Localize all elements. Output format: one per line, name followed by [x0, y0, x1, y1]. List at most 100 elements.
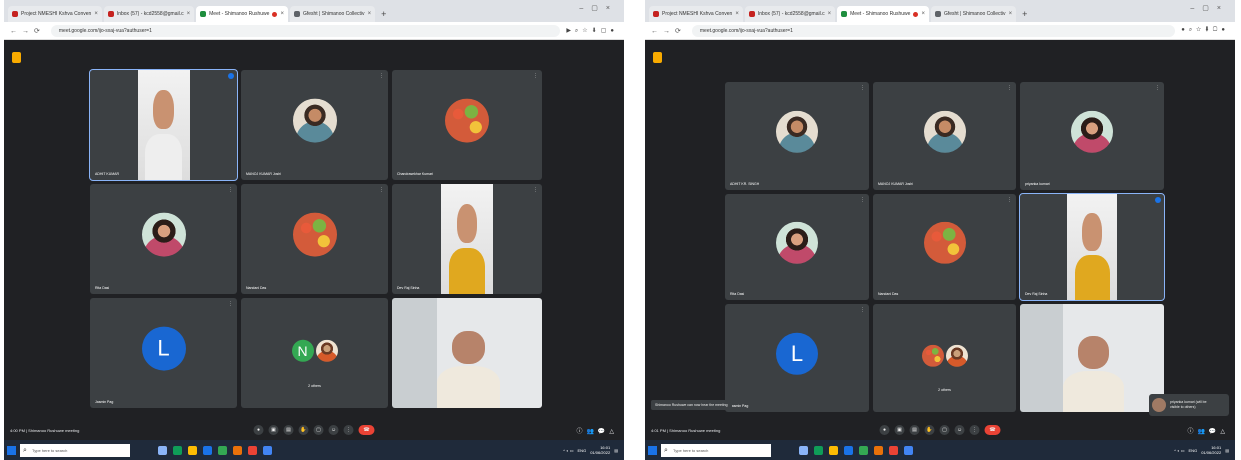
participant-tile[interactable]: ⋮ Nandani Das — [241, 184, 388, 294]
participant-tile[interactable]: N 2 others — [241, 298, 388, 408]
tray-icons[interactable]: ^ ◐ ▭ — [563, 448, 573, 453]
mail-icon[interactable] — [859, 445, 868, 455]
edge-icon[interactable] — [814, 445, 823, 455]
captions-icon[interactable]: ▤ — [283, 425, 294, 435]
close-tab-icon[interactable]: × — [828, 11, 832, 17]
browser-tab[interactable]: Inbox (57) - kcd2558@gmail.c × — [103, 6, 195, 22]
side-panel-icons[interactable]: ⓘ👥💬△ — [1187, 426, 1229, 435]
leave-call-button[interactable]: ☎ — [358, 425, 375, 435]
participant-tile[interactable]: ⋮ Chandrasekhar Kumari — [392, 70, 542, 180]
participant-tile[interactable]: ⋮ MANOJ KUMAR Joshi — [873, 82, 1016, 190]
new-tab-button[interactable]: + — [1022, 6, 1027, 22]
language-indicator[interactable]: ENG — [1189, 448, 1198, 453]
more-options-icon[interactable]: ⋮ — [379, 73, 384, 79]
leave-call-button[interactable]: ☎ — [984, 425, 1001, 435]
more-options-icon[interactable]: ⋮ — [1155, 85, 1160, 91]
participant-tile[interactable]: ⋮ Rita Dasi — [725, 194, 869, 300]
task-view-icon[interactable] — [799, 445, 808, 455]
present-icon[interactable]: ▢ — [939, 425, 950, 435]
tray-icons[interactable]: ^ ◐ ▭ — [1174, 448, 1184, 453]
browser-tab-active[interactable]: Meet - Shimanoo Rushuwe × — [837, 6, 929, 22]
self-view-tile[interactable] — [1020, 304, 1164, 412]
browser-tab[interactable]: Project NMESHI Kshva Conven × — [8, 6, 102, 22]
raise-hand-icon[interactable]: ✋ — [298, 425, 309, 435]
raise-hand-icon[interactable]: ✋ — [924, 425, 935, 435]
extension-icons[interactable]: ▶⌕☆⬇▢● — [566, 27, 618, 35]
close-tab-icon[interactable]: × — [94, 11, 98, 17]
participant-tile[interactable]: Dev Raj Sinha — [1019, 193, 1165, 301]
language-indicator[interactable]: ENG — [578, 448, 587, 453]
more-options-icon[interactable]: ⋮ — [1007, 85, 1012, 91]
participant-tile[interactable]: ⋮ ADHIT KR. SINGH — [725, 82, 869, 190]
close-tab-icon[interactable]: × — [921, 11, 925, 17]
task-view-icon[interactable] — [158, 445, 167, 455]
new-tab-button[interactable]: + — [381, 6, 386, 22]
window-controls[interactable]: –▢× — [579, 4, 618, 12]
participant-tile[interactable]: 2 others — [873, 304, 1016, 412]
mail-icon[interactable] — [218, 445, 227, 455]
more-options-icon[interactable]: ⋮ — [228, 187, 233, 193]
close-tab-icon[interactable]: × — [735, 11, 739, 17]
more-options-icon[interactable]: ⋮ — [533, 73, 538, 79]
participant-tile[interactable]: L ⋮ Jasmin Pag — [90, 298, 237, 408]
more-options-icon[interactable]: ⋮ — [860, 197, 865, 203]
more-options-icon[interactable]: ⋮ — [228, 301, 233, 307]
more-options-icon[interactable]: ⋮ — [1007, 197, 1012, 203]
url-field[interactable]: meet.google.com/ijo-sxaj-vua?authuser=1 — [50, 24, 561, 37]
file-explorer-icon[interactable] — [829, 445, 838, 455]
browser-tab[interactable]: Inbox (57) - kcd2558@gmail.c × — [744, 6, 836, 22]
browser-tab-active[interactable]: Meet - Shimanoo Rushuwe × — [196, 6, 288, 22]
clock[interactable]: 16:01 01/06/2022 — [590, 445, 610, 455]
side-panel-icons[interactable]: ⓘ👥💬△ — [576, 426, 618, 435]
app-icon[interactable] — [904, 445, 913, 455]
close-tab-icon[interactable]: × — [368, 11, 372, 17]
nav-buttons[interactable]: ←→⟳ — [10, 27, 45, 35]
participant-tile[interactable]: ⋮ MANOJ KUMAR Joshi — [241, 70, 388, 180]
more-options-icon[interactable]: ⋮ — [343, 425, 354, 435]
browser-tab[interactable]: Gfesht | Shimanoo Collectiv × — [289, 6, 376, 22]
participant-tile[interactable]: ADHIT KUMAR — [89, 69, 238, 181]
more-options-icon[interactable]: ⋮ — [379, 187, 384, 193]
more-options-icon[interactable]: ⋮ — [969, 425, 980, 435]
camera-icon[interactable]: ▣ — [894, 425, 905, 435]
participant-tile[interactable]: ⋮ priyanka kumari — [1020, 82, 1164, 190]
chrome-icon[interactable] — [248, 445, 257, 455]
store-icon[interactable] — [203, 445, 212, 455]
window-controls[interactable]: –▢× — [1190, 4, 1229, 12]
close-tab-icon[interactable]: × — [1009, 11, 1013, 17]
firefox-icon[interactable] — [874, 445, 883, 455]
firefox-icon[interactable] — [233, 445, 242, 455]
self-view-tile[interactable] — [392, 298, 542, 408]
url-field[interactable]: meet.google.com/ijo-sxaj-vua?authuser=1 — [691, 24, 1176, 37]
participant-tile[interactable]: ⋮ Rita Dasi — [90, 184, 237, 294]
taskbar-search-input[interactable]: Type here to search — [661, 443, 771, 457]
browser-tab[interactable]: Gfesht | Shimanoo Collectiv × — [930, 6, 1017, 22]
participant-tile[interactable]: L ⋮ Jasmin Pag — [725, 304, 869, 412]
reactions-icon[interactable]: ☺ — [328, 425, 339, 435]
captions-icon[interactable]: ▤ — [909, 425, 920, 435]
edge-icon[interactable] — [173, 445, 182, 455]
file-explorer-icon[interactable] — [188, 445, 197, 455]
taskbar-search-input[interactable]: Type here to search — [20, 443, 130, 457]
extension-icons[interactable]: ●⌕☆⬇▢● — [1181, 27, 1229, 34]
camera-icon[interactable]: ▣ — [268, 425, 279, 435]
nav-buttons[interactable]: ←→⟳ — [651, 27, 686, 35]
mic-icon[interactable]: ● — [879, 425, 890, 435]
notifications-icon[interactable]: ▤ — [614, 448, 618, 453]
close-tab-icon[interactable]: × — [280, 11, 284, 17]
windows-start-icon[interactable] — [648, 445, 657, 455]
participant-tile[interactable]: ⋮ Nandani Das — [873, 194, 1016, 300]
present-icon[interactable]: ▢ — [313, 425, 324, 435]
mic-icon[interactable]: ● — [253, 425, 264, 435]
close-tab-icon[interactable]: × — [187, 11, 191, 17]
participant-tile[interactable]: ⋮ Dev Raj Sinha — [392, 184, 542, 294]
app-icon[interactable] — [263, 445, 272, 455]
reactions-icon[interactable]: ☺ — [954, 425, 965, 435]
chrome-icon[interactable] — [889, 445, 898, 455]
more-options-icon[interactable]: ⋮ — [533, 187, 538, 193]
clock[interactable]: 16:01 01/06/2022 — [1201, 445, 1221, 455]
windows-start-icon[interactable] — [7, 445, 16, 455]
more-options-icon[interactable]: ⋮ — [860, 85, 865, 91]
more-options-icon[interactable]: ⋮ — [860, 307, 865, 313]
store-icon[interactable] — [844, 445, 853, 455]
